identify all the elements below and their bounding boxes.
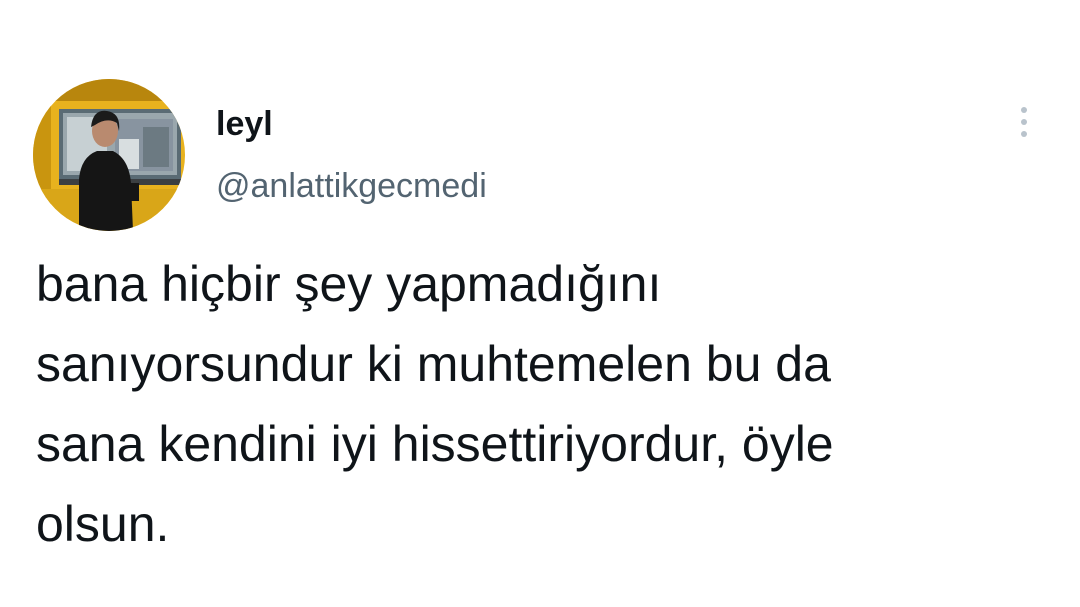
- avatar[interactable]: [33, 79, 185, 231]
- tweet-text-line: bana hiçbir şey yapmadığını: [36, 256, 662, 312]
- author-display-name[interactable]: leyl: [216, 104, 273, 145]
- tweet-text: bana hiçbir şey yapmadığını sanıyorsundu…: [36, 244, 1046, 564]
- avatar-photo: [33, 79, 185, 231]
- tweet-card: leyl @anlattikgecmedi bana hiçbir şey ya…: [0, 0, 1080, 607]
- author-handle[interactable]: @anlattikgecmedi: [216, 166, 487, 207]
- tweet-text-line: sanıyorsundur ki muhtemelen bu da: [36, 336, 831, 392]
- more-dot: [1021, 131, 1027, 137]
- more-dot: [1021, 107, 1027, 113]
- tweet-text-line: sana kendini iyi hissettiriyordur, öyle: [36, 416, 834, 472]
- tweet-text-line: olsun.: [36, 496, 170, 552]
- more-dot: [1021, 119, 1027, 125]
- more-options-icon[interactable]: [1008, 100, 1040, 144]
